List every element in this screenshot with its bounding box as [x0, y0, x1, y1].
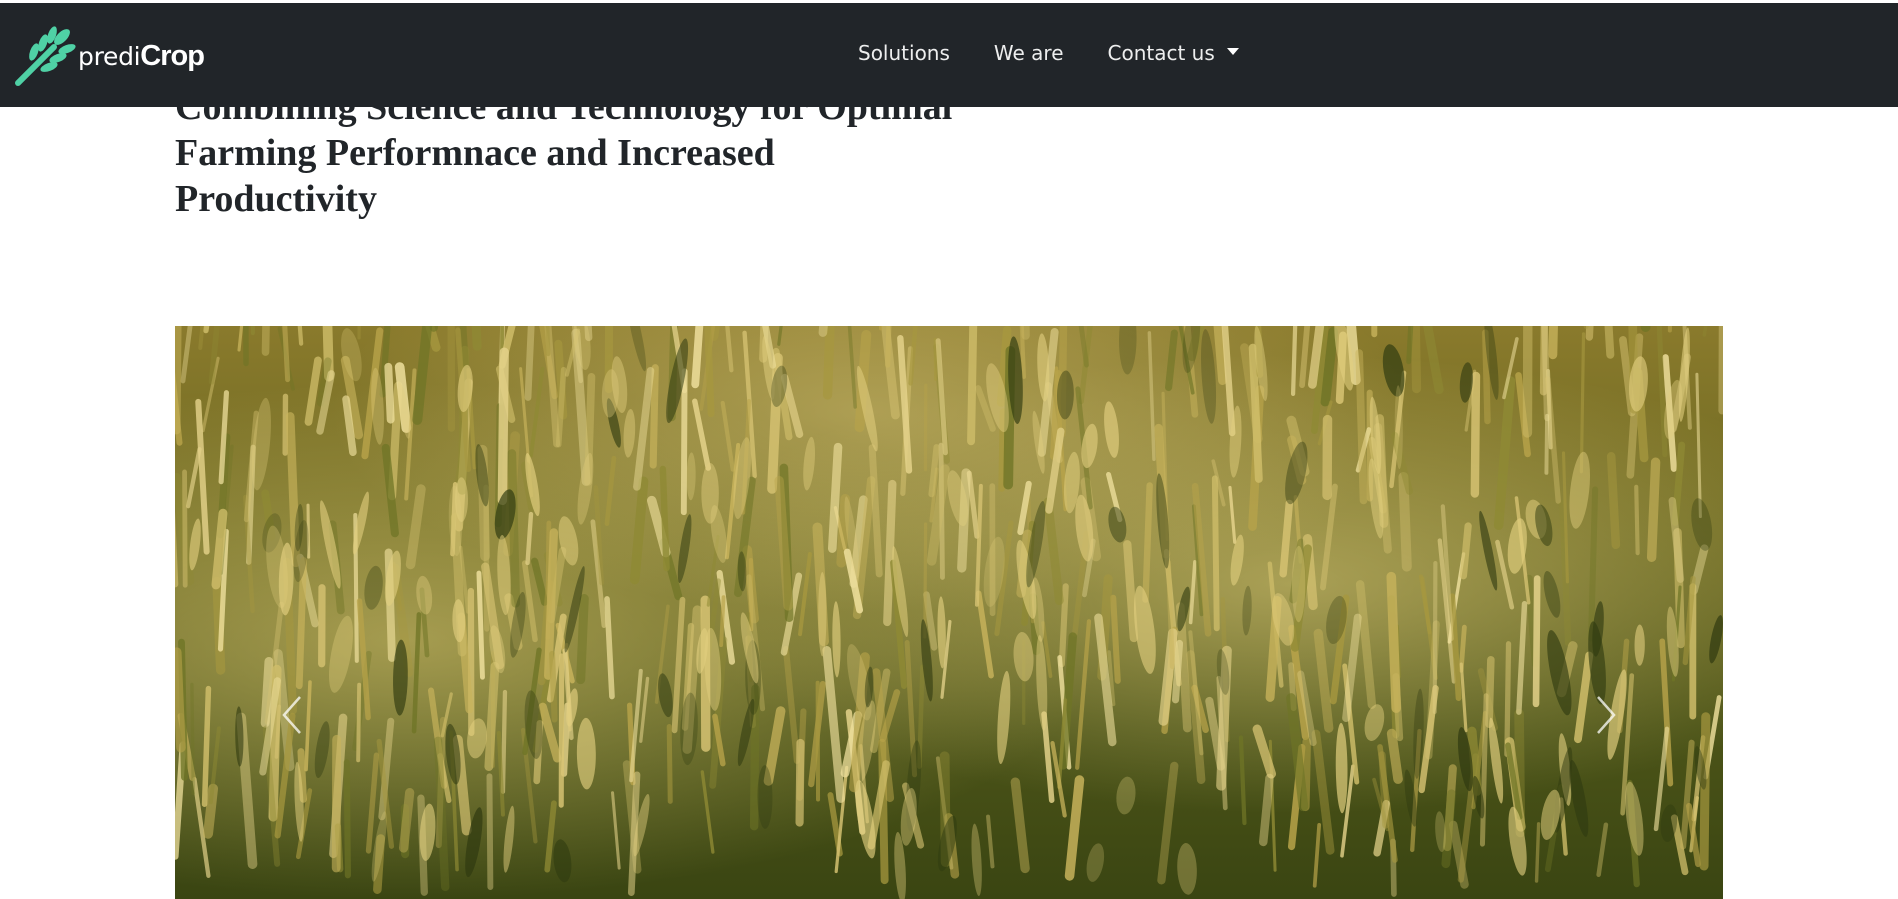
- brand-name: prediCrop: [78, 39, 205, 73]
- nav-item-label: Solutions: [858, 41, 950, 65]
- hero-carousel: [175, 326, 1723, 899]
- nav-item-we-are[interactable]: We are: [994, 41, 1064, 65]
- wheat-leaf-icon: [15, 26, 76, 86]
- navbar: prediCrop Solutions We are Contact us: [0, 3, 1898, 107]
- brand-name-light: predi: [78, 41, 141, 71]
- brand-name-bold: Crop: [140, 39, 205, 72]
- caret-down-icon: [1226, 47, 1239, 55]
- wheat-field-photo: [175, 326, 1723, 899]
- nav-item-contact-us[interactable]: Contact us: [1108, 41, 1239, 65]
- nav-item-solutions[interactable]: Solutions: [858, 41, 950, 65]
- nav-item-label: Contact us: [1107, 41, 1215, 65]
- headline-line-3: Productivity: [175, 178, 377, 220]
- chevron-left-icon: [282, 696, 301, 734]
- carousel-prev-button[interactable]: [272, 680, 312, 750]
- headline-line-2: Farming Performnace and Increased: [175, 132, 775, 174]
- brand-link[interactable]: prediCrop: [14, 25, 205, 87]
- chevron-right-icon: [1597, 696, 1616, 734]
- nav-item-label: We are: [993, 41, 1064, 65]
- carousel-next-button[interactable]: [1586, 680, 1626, 750]
- nav-menu: Solutions We are Contact us: [858, 41, 1283, 65]
